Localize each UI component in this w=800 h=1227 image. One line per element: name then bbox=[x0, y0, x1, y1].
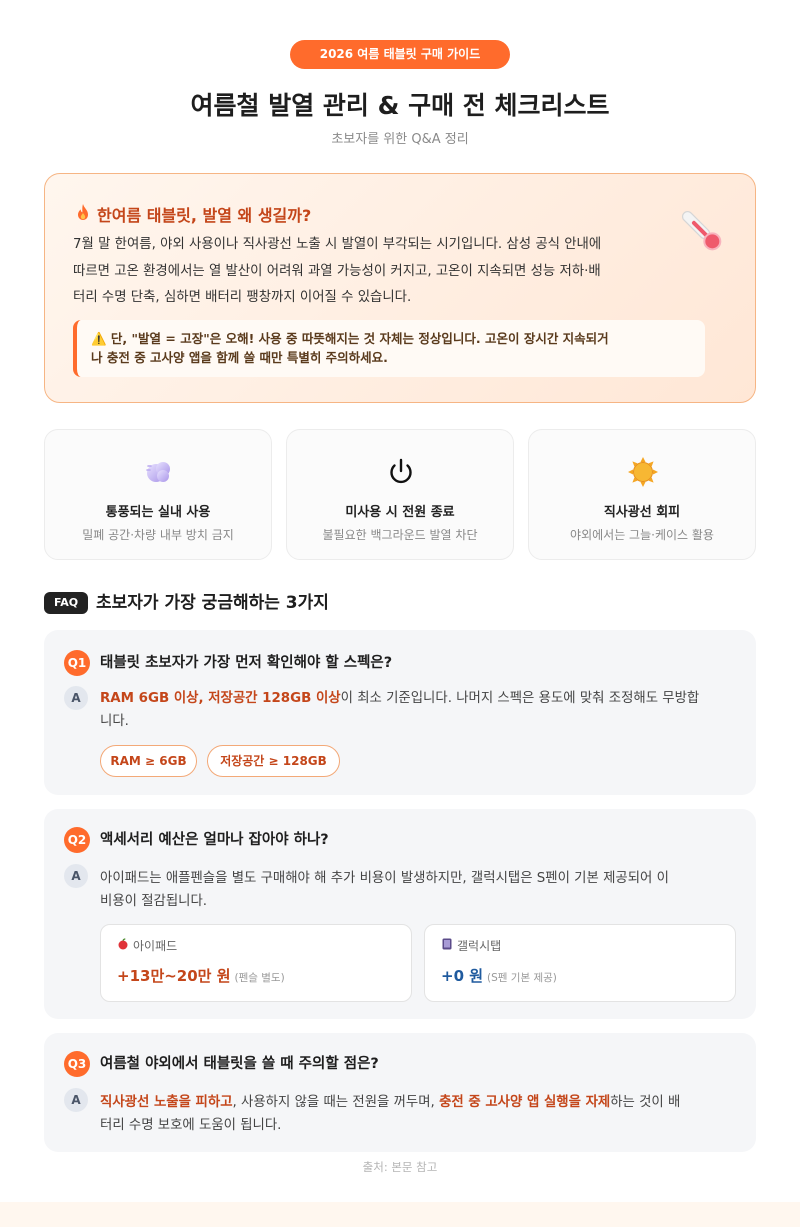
answer-plain: 터리 수명 보호에 도움이 됩니다. bbox=[100, 1118, 282, 1133]
answer-highlight: 직사광선 노출을 피하고 bbox=[100, 1095, 233, 1110]
warning-note-line: 나 충전 중 고사양 앱을 함께 쓸 때만 특별히 주의하세요. bbox=[91, 350, 388, 365]
answer-plain: 아이패드는 애플펜슬을 별도 구매해야 해 추가 비용이 발생하지만, 갤럭시탭… bbox=[100, 871, 669, 886]
answer-plain: , 사용하지 않을 때는 전원을 꺼두며, bbox=[232, 1095, 440, 1110]
spec-chip-storage: 저장공간 ≥ 128GB bbox=[207, 745, 340, 777]
flame-icon bbox=[75, 203, 91, 225]
faq-section-title: 초보자가 가장 궁금해하는 3가지 bbox=[96, 593, 329, 613]
tip-desc: 야외에서는 그늘·케이스 활용 bbox=[570, 528, 714, 542]
faq-card-q2: Q2 액세서리 예산은 얼마나 잡아야 하나? A 아이패드는 애플펜슬을 별도… bbox=[44, 809, 756, 1019]
answer-text: RAM 6GB 이상, 저장공간 128GB 이상이 최소 기준입니다. 나머지… bbox=[100, 687, 730, 733]
cost-box-label: 갤럭시탭 bbox=[441, 937, 501, 954]
faq-tag: FAQ bbox=[44, 592, 88, 614]
question-text: 태블릿 초보자가 가장 먼저 확인해야 할 스펙은? bbox=[100, 655, 393, 671]
heat-info-line: 따르면 고온 환경에서는 열 발산이 어려워 과열 가능성이 커지고, 고온이 … bbox=[73, 263, 601, 279]
wind-cloud-icon bbox=[146, 462, 170, 482]
power-icon bbox=[390, 458, 412, 484]
heat-info-body: 7월 말 한여름, 야외 사용이나 직사광선 노출 시 발열이 부각되는 시기입… bbox=[73, 232, 725, 312]
question-badge: Q1 bbox=[64, 650, 90, 676]
cost-box-ipad: 아이패드 +13만~20만 원 (펜슬 별도) bbox=[100, 924, 412, 1002]
faq-card-q1: Q1 태블릿 초보자가 가장 먼저 확인해야 할 스펙은? A RAM 6GB … bbox=[44, 630, 756, 795]
answer-plain: 하는 것이 배 bbox=[610, 1095, 681, 1110]
source-note: 출처: 본문 참고 bbox=[362, 1160, 438, 1174]
warning-note-line: ⚠️ 단, "발열 = 고장"은 오해! 사용 중 따뜻해지는 것 자체는 정상… bbox=[91, 331, 609, 346]
cost-value: +13만~20만 원 (펜슬 별도) bbox=[117, 967, 285, 985]
footer-band bbox=[0, 1202, 800, 1227]
cost-value: +0 원 (S펜 기본 제공) bbox=[441, 967, 557, 985]
faq-card-q3: Q3 여름철 야외에서 태블릿을 쓸 때 주의할 점은? A 직사광선 노출을 … bbox=[44, 1033, 756, 1152]
page-subtitle: 초보자를 위한 Q&A 정리 bbox=[331, 132, 469, 147]
heat-info-card: 한여름 태블릿, 발열 왜 생길까? 7월 말 한여름, 야외 사용이나 직사광… bbox=[44, 173, 756, 403]
tip-title: 직사광선 회피 bbox=[603, 505, 681, 520]
cost-box-label: 아이패드 bbox=[117, 937, 177, 954]
tip-card-power-off: 미사용 시 전원 종료 불필요한 백그라운드 발열 차단 bbox=[286, 429, 514, 560]
tip-card-ventilation: 통풍되는 실내 사용 밀폐 공간·차량 내부 방치 금지 bbox=[44, 429, 272, 560]
tablet-icon bbox=[441, 938, 453, 953]
heat-info-line: 터리 수명 단축, 심하면 배터리 팽창까지 이어질 수 있습니다. bbox=[73, 290, 412, 305]
question-text: 여름철 야외에서 태블릿을 쓸 때 주의할 점은? bbox=[100, 1056, 379, 1072]
cost-box-galaxy-tab: 갤럭시탭 +0 원 (S펜 기본 제공) bbox=[424, 924, 736, 1002]
page-title: 여름철 발열 관리 & 구매 전 체크리스트 bbox=[190, 91, 610, 120]
answer-highlight: RAM 6GB 이상, 저장공간 128GB 이상 bbox=[100, 691, 341, 706]
question-badge: Q3 bbox=[64, 1051, 90, 1077]
tip-title: 미사용 시 전원 종료 bbox=[345, 505, 455, 520]
spec-chip-row: RAM ≥ 6GB 저장공간 ≥ 128GB bbox=[100, 745, 500, 777]
answer-badge: A bbox=[64, 864, 88, 888]
answer-text: 아이패드는 애플펜슬을 별도 구매해야 해 추가 비용이 발생하지만, 갤럭시탭… bbox=[100, 867, 730, 913]
guide-pill-badge: 2026 여름 태블릿 구매 가이드 bbox=[290, 40, 510, 69]
cost-note: (S펜 기본 제공) bbox=[487, 972, 557, 984]
answer-badge: A bbox=[64, 1088, 88, 1112]
answer-highlight: 충전 중 고사양 앱 실행을 자제 bbox=[439, 1095, 611, 1110]
cost-note: (펜슬 별도) bbox=[234, 972, 285, 984]
apple-icon bbox=[117, 938, 129, 953]
answer-badge: A bbox=[64, 686, 88, 710]
tip-card-sunlight: 직사광선 회피 야외에서는 그늘·케이스 활용 bbox=[528, 429, 756, 560]
warning-note: ⚠️ 단, "발열 = 고장"은 오해! 사용 중 따뜻해지는 것 자체는 정상… bbox=[73, 320, 705, 377]
tip-title: 통풍되는 실내 사용 bbox=[105, 505, 211, 520]
spec-chip-ram: RAM ≥ 6GB bbox=[100, 745, 197, 777]
sun-icon bbox=[628, 457, 658, 487]
answer-plain: 비용이 절감됩니다. bbox=[100, 894, 208, 909]
question-text: 액세서리 예산은 얼마나 잡아야 하나? bbox=[100, 832, 329, 848]
answer-text: 직사광선 노출을 피하고, 사용하지 않을 때는 전원을 꺼두며, 충전 중 고… bbox=[100, 1091, 730, 1137]
answer-plain: 이 최소 기준입니다. 나머지 스펙은 용도에 맞춰 조정해도 무방합 bbox=[340, 691, 700, 706]
heat-info-heading: 한여름 태블릿, 발열 왜 생길까? bbox=[75, 202, 311, 226]
tip-desc: 밀폐 공간·차량 내부 방치 금지 bbox=[82, 528, 234, 542]
answer-plain: 니다. bbox=[100, 714, 129, 729]
tip-desc: 불필요한 백그라운드 발열 차단 bbox=[322, 528, 478, 542]
page: 2026 여름 태블릿 구매 가이드 여름철 발열 관리 & 구매 전 체크리스… bbox=[0, 0, 800, 1227]
question-badge: Q2 bbox=[64, 827, 90, 853]
heat-info-line: 7월 말 한여름, 야외 사용이나 직사광선 노출 시 발열이 부각되는 시기입… bbox=[73, 237, 602, 252]
heat-info-title-text: 한여름 태블릿, 발열 왜 생길까? bbox=[97, 206, 312, 225]
